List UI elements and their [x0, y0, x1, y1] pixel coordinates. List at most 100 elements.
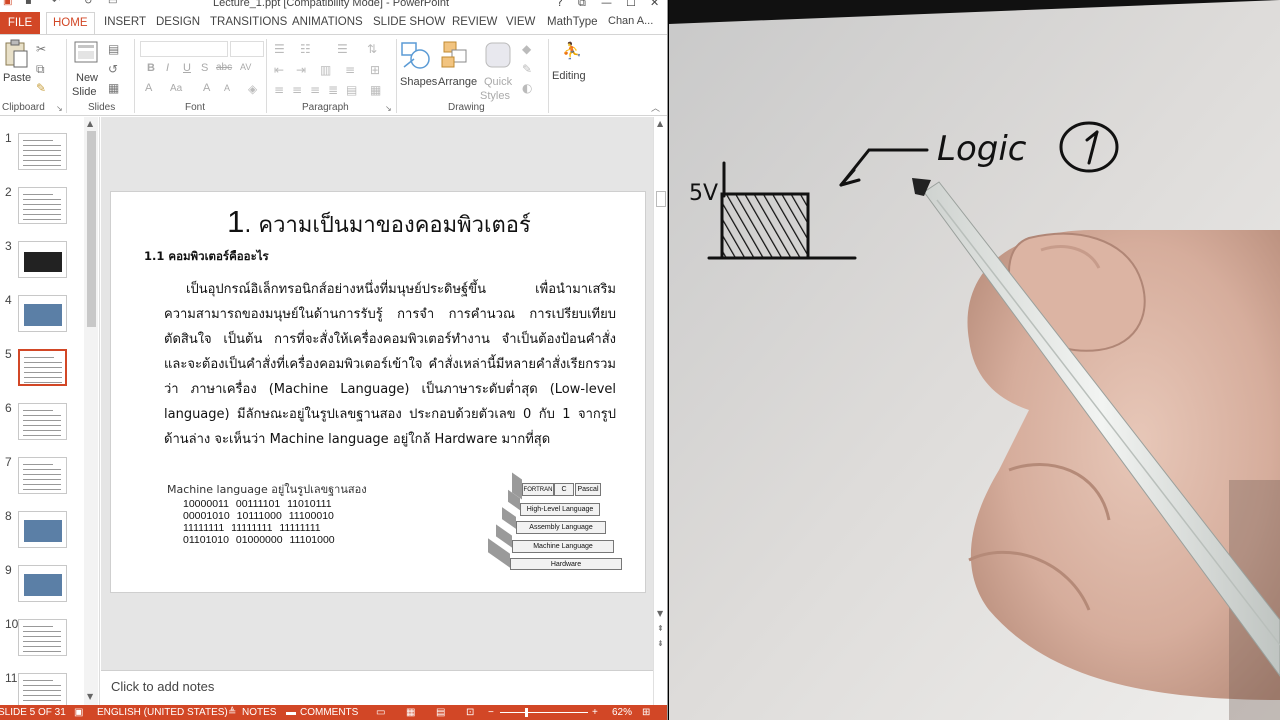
- slide-thumbnail[interactable]: [18, 295, 67, 332]
- strikethrough-button[interactable]: abc: [216, 62, 232, 73]
- shape-outline-icon[interactable]: ✎: [522, 63, 532, 75]
- undo-icon[interactable]: ↶: [52, 0, 60, 7]
- paste-button[interactable]: Paste: [3, 39, 31, 89]
- align-text-icon[interactable]: ≡: [345, 64, 355, 76]
- reset-icon[interactable]: ↺: [108, 63, 118, 75]
- save-icon[interactable]: ▪: [25, 0, 32, 7]
- smartart-icon[interactable]: ⊞: [370, 64, 380, 76]
- decrease-indent-icon[interactable]: ⇤: [274, 64, 284, 76]
- tab-slide-show[interactable]: SLIDE SHOW: [373, 16, 445, 28]
- format-painter-icon[interactable]: ✎: [36, 82, 46, 94]
- slide-thumbnail[interactable]: [18, 241, 67, 278]
- align-left-icon[interactable]: ≡: [274, 84, 284, 96]
- shadow-button[interactable]: S: [201, 62, 208, 74]
- tab-animations[interactable]: ANIMATIONS: [292, 16, 363, 28]
- clear-formatting-icon[interactable]: ◈: [248, 83, 257, 95]
- zoom-level[interactable]: 62%: [612, 707, 632, 718]
- text-direction-icon[interactable]: ⇅: [367, 43, 377, 55]
- scroll-thumb[interactable]: [87, 131, 96, 327]
- scroll-thumb[interactable]: [656, 191, 666, 207]
- layout-icon[interactable]: ▤: [108, 43, 119, 55]
- slide-thumbnail[interactable]: [18, 511, 67, 548]
- slide-scrollbar[interactable]: ▲ ▼ ⇞ ⇟: [653, 117, 667, 705]
- shape-fill-icon[interactable]: ◆: [522, 43, 531, 55]
- scroll-down-icon[interactable]: ▼: [657, 609, 663, 618]
- numbering-icon[interactable]: ☷: [300, 43, 311, 55]
- slide-thumbnail[interactable]: [18, 619, 67, 656]
- close-button[interactable]: ✕: [650, 0, 659, 9]
- paragraph-launcher-icon[interactable]: ↘: [385, 103, 392, 115]
- zoom-slider[interactable]: [500, 712, 588, 713]
- reading-view-icon[interactable]: ▤: [436, 707, 445, 718]
- editing-button[interactable]: ⛹ Editing: [552, 41, 588, 97]
- slide-thumbnail[interactable]: [18, 403, 67, 440]
- redo-icon[interactable]: ↻: [84, 0, 92, 7]
- next-slide-icon[interactable]: ⇟: [657, 639, 664, 648]
- tab-home[interactable]: HOME: [46, 12, 95, 35]
- arrange-button[interactable]: Arrange: [438, 39, 478, 99]
- slide-thumbnail[interactable]: [18, 673, 67, 705]
- increase-font-size-button[interactable]: A: [203, 82, 210, 94]
- normal-view-icon[interactable]: ▭: [376, 707, 385, 718]
- fit-slide-icon[interactable]: ⊞: [642, 707, 650, 718]
- cut-icon[interactable]: ✂: [36, 43, 46, 55]
- tab-transitions[interactable]: TRANSITIONS: [210, 16, 287, 28]
- zoom-out-icon[interactable]: −: [488, 707, 494, 718]
- slide-thumbnail[interactable]: [18, 565, 67, 602]
- italic-button[interactable]: I: [166, 62, 169, 74]
- current-slide[interactable]: 1. ความเป็นมาของคอมพิวเตอร์ 1.1 คอมพิวเต…: [110, 191, 646, 593]
- slide-thumbnail[interactable]: [18, 349, 67, 386]
- font-name-box[interactable]: [140, 41, 228, 57]
- tab-review[interactable]: REVIEW: [452, 16, 497, 28]
- comments-toggle[interactable]: COMMENTS: [300, 707, 358, 718]
- notes-pane[interactable]: Click to add notes: [101, 670, 653, 705]
- comments-icon[interactable]: ▬: [286, 707, 296, 718]
- underline-button[interactable]: U: [183, 62, 191, 74]
- help-button[interactable]: ?: [557, 0, 563, 9]
- bullets-icon[interactable]: ☰: [274, 43, 285, 55]
- font-size-box[interactable]: [230, 41, 264, 57]
- spell-check-icon[interactable]: ▣: [74, 707, 83, 718]
- ribbon-display-options-button[interactable]: ⧉: [578, 0, 586, 10]
- notes-toggle-icon[interactable]: ≜: [228, 707, 236, 718]
- minimize-button[interactable]: —: [601, 0, 612, 9]
- tab-insert[interactable]: INSERT: [104, 16, 146, 28]
- language-pyramid-diagram[interactable]: Hardware Machine Language Assembly Langu…: [486, 472, 626, 570]
- slide-show-icon[interactable]: ⊡: [466, 707, 474, 718]
- scroll-down-icon[interactable]: ▼: [87, 692, 93, 701]
- tab-design[interactable]: DESIGN: [156, 16, 200, 28]
- collapse-ribbon-icon[interactable]: ︿: [651, 103, 660, 115]
- increase-indent-icon[interactable]: ⇥: [296, 64, 306, 76]
- slide-thumbnail[interactable]: [18, 457, 67, 494]
- copy-icon[interactable]: ⧉: [36, 63, 45, 75]
- shape-effects-icon[interactable]: ◐: [522, 82, 532, 94]
- slide-thumbnail[interactable]: [18, 133, 67, 170]
- shapes-button[interactable]: Shapes: [400, 39, 437, 99]
- line-spacing-icon[interactable]: ☰: [337, 43, 348, 55]
- tab-view[interactable]: VIEW: [506, 16, 535, 28]
- columns-icon[interactable]: ▥: [320, 64, 331, 76]
- distributed-icon[interactable]: ▤: [346, 84, 357, 96]
- maximize-button[interactable]: ☐: [626, 0, 636, 9]
- justify-icon[interactable]: ≣: [328, 84, 338, 96]
- decrease-font-size-button[interactable]: A: [224, 83, 230, 93]
- section-icon[interactable]: ▦: [108, 82, 119, 94]
- quick-styles-button[interactable]: Quick Styles: [480, 39, 518, 102]
- align-right-icon[interactable]: ≡: [310, 84, 320, 96]
- scroll-up-icon[interactable]: ▲: [657, 119, 663, 128]
- slide-title[interactable]: 1. ความเป็นมาของคอมพิวเตอร์: [111, 204, 647, 242]
- thumbnail-scrollbar[interactable]: ▲ ▼: [84, 117, 98, 705]
- character-spacing-button[interactable]: AV: [240, 62, 251, 72]
- new-slide-button[interactable]: New Slide: [72, 39, 104, 99]
- clipboard-launcher-icon[interactable]: ↘: [56, 103, 63, 115]
- user-account[interactable]: Chan A...: [608, 15, 653, 27]
- slide-thumbnail[interactable]: [18, 187, 67, 224]
- change-case-button[interactable]: Aa: [170, 83, 182, 94]
- bold-button[interactable]: B: [147, 62, 155, 74]
- slide-subtitle[interactable]: 1.1 คอมพิวเตอร์คืออะไร: [144, 248, 269, 266]
- tab-file[interactable]: FILE: [0, 12, 40, 34]
- align-center-icon[interactable]: ≡: [292, 84, 302, 96]
- text-columns-icon[interactable]: ▦: [370, 84, 381, 96]
- zoom-in-icon[interactable]: +: [592, 707, 598, 718]
- font-color-button[interactable]: A: [145, 82, 152, 94]
